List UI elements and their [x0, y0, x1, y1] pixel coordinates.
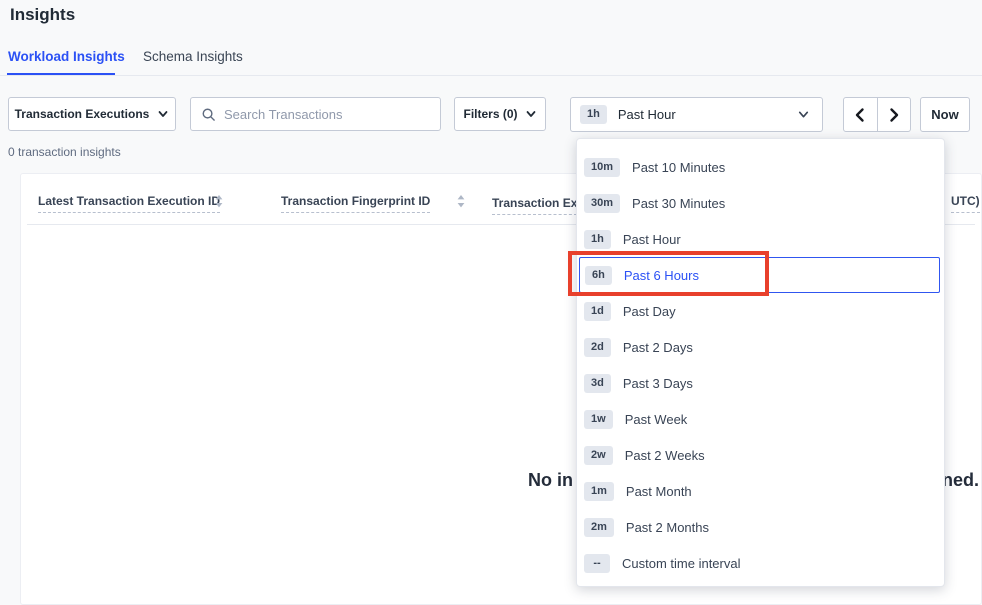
time-option-past-30-minutes[interactable]: 30m Past 30 Minutes [577, 185, 944, 221]
search-icon [201, 107, 216, 122]
time-option-past-2-days[interactable]: 2d Past 2 Days [577, 329, 944, 365]
insights-page: Insights Workload Insights Schema Insigh… [0, 0, 982, 605]
now-button[interactable]: Now [920, 97, 970, 132]
time-option-past-2-weeks[interactable]: 2w Past 2 Weeks [577, 437, 944, 473]
time-option-past-2-months[interactable]: 2m Past 2 Months [577, 509, 944, 545]
tab-schema-insights[interactable]: Schema Insights [143, 49, 243, 64]
column-header-utc-truncated[interactable]: UTC) [951, 194, 980, 213]
time-interval-select[interactable]: 1h Past Hour [570, 97, 823, 132]
sort-icon[interactable] [215, 194, 223, 209]
time-option-label: Past Week [625, 412, 688, 427]
page-title: Insights [10, 5, 75, 25]
tab-workload-insights[interactable]: Workload Insights [8, 49, 125, 64]
time-interval-dropdown: 10m Past 10 Minutes 30m Past 30 Minutes … [576, 138, 945, 587]
column-header-truncated[interactable]: Transaction Ex [492, 194, 578, 215]
chevron-down-icon [525, 108, 537, 120]
time-interval-badge: 1h [580, 105, 607, 124]
time-badge: 2d [584, 338, 611, 357]
filters-label: Filters (0) [463, 107, 517, 121]
time-option-past-6-hours[interactable]: 6h Past 6 Hours [579, 257, 940, 293]
transaction-type-label: Transaction Executions [15, 107, 150, 121]
time-option-label: Custom time interval [622, 556, 740, 571]
filters-button[interactable]: Filters (0) [454, 97, 546, 131]
time-option-label: Past Day [623, 304, 676, 319]
time-badge: 2w [584, 446, 613, 465]
time-badge: -- [584, 554, 610, 573]
time-badge: 1m [584, 482, 614, 501]
time-option-label: Past 2 Weeks [625, 448, 705, 463]
time-badge: 1d [584, 302, 611, 321]
chevron-down-icon [157, 108, 169, 120]
time-option-label: Past 6 Hours [624, 268, 699, 283]
previous-interval-button[interactable] [844, 98, 877, 131]
sort-icon[interactable] [457, 194, 465, 209]
time-option-past-day[interactable]: 1d Past Day [577, 293, 944, 329]
time-badge: 6h [585, 266, 612, 285]
time-option-label: Past 2 Days [623, 340, 693, 355]
column-header-latest-transaction-execution-id[interactable]: Latest Transaction Execution ID [38, 194, 220, 213]
search-box[interactable] [190, 97, 441, 131]
time-option-past-week[interactable]: 1w Past Week [577, 401, 944, 437]
time-badge: 3d [584, 374, 611, 393]
time-option-label: Past 3 Days [623, 376, 693, 391]
transaction-type-select[interactable]: Transaction Executions [8, 97, 176, 131]
time-badge: 2m [584, 518, 614, 537]
chevron-down-icon [797, 108, 810, 121]
time-badge: 1h [584, 230, 611, 249]
insights-count: 0 transaction insights [8, 145, 121, 159]
time-option-label: Past 2 Months [626, 520, 709, 535]
time-badge: 10m [584, 158, 620, 177]
time-option-label: Past Month [626, 484, 692, 499]
time-interval-value: Past Hour [618, 107, 676, 122]
search-input[interactable] [224, 107, 430, 122]
time-option-label: Past 30 Minutes [632, 196, 725, 211]
time-option-past-month[interactable]: 1m Past Month [577, 473, 944, 509]
column-header-transaction-fingerprint-id[interactable]: Transaction Fingerprint ID [281, 194, 430, 213]
chevron-left-icon [852, 107, 868, 123]
time-badge: 30m [584, 194, 620, 213]
time-option-past-3-days[interactable]: 3d Past 3 Days [577, 365, 944, 401]
time-option-past-hour[interactable]: 1h Past Hour [577, 221, 944, 257]
time-option-label: Past Hour [623, 232, 681, 247]
time-option-label: Past 10 Minutes [632, 160, 725, 175]
chevron-right-icon [886, 107, 902, 123]
time-pager [843, 97, 911, 132]
next-interval-button[interactable] [877, 98, 910, 131]
tabs-divider [0, 75, 982, 76]
time-option-past-10-minutes[interactable]: 10m Past 10 Minutes [577, 149, 944, 185]
time-option-custom-time-interval[interactable]: -- Custom time interval [577, 545, 944, 581]
empty-state-text-right: ned. [942, 470, 979, 491]
time-badge: 1w [584, 410, 613, 429]
empty-state-text-left: No in [528, 470, 573, 491]
